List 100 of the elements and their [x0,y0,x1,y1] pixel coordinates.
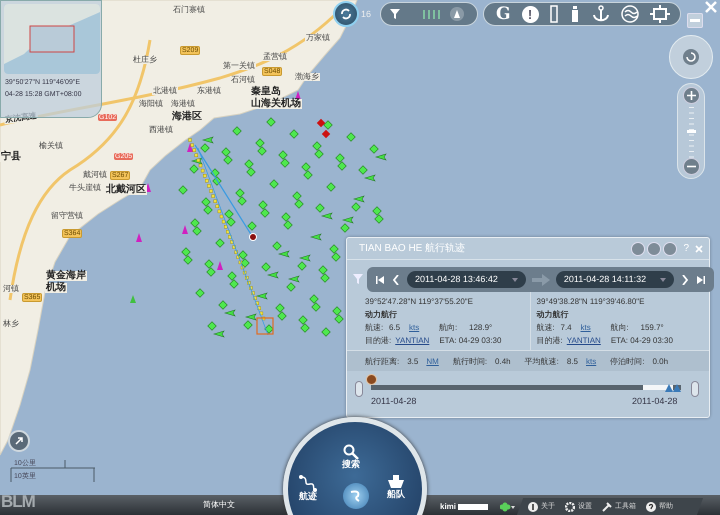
vessel-marker[interactable] [303,170,313,180]
vessel-marker[interactable] [201,197,211,207]
vessel-marker[interactable] [200,143,210,153]
vessel-marker[interactable] [300,323,310,333]
vessel-marker[interactable] [182,225,188,234]
vessel-marker[interactable] [272,241,282,251]
info-button[interactable]: ! [522,6,539,22]
destination-link[interactable]: YANTIAN [395,334,430,347]
search-button[interactable]: 搜索 [342,444,360,470]
vessel-marker[interactable] [298,254,311,262]
unit-link[interactable]: kts [580,321,610,334]
vessel-marker[interactable] [207,321,217,331]
vessel-marker[interactable] [298,315,308,325]
vessel-marker[interactable] [218,300,228,310]
vessel-marker[interactable] [257,146,267,156]
vessel-marker[interactable] [264,324,274,334]
vessel-marker[interactable] [358,165,368,175]
track-button[interactable]: 航迹 [298,474,318,502]
vessel-marker[interactable] [318,265,328,275]
first-button[interactable] [375,274,385,284]
vessel-marker[interactable] [202,136,214,144]
vessel-marker[interactable] [212,330,225,338]
vessel-marker[interactable] [238,250,248,260]
vessel-marker[interactable] [223,155,233,165]
vessel-marker[interactable] [340,223,350,233]
vessel-marker[interactable] [187,143,193,152]
vessel-marker[interactable] [292,191,302,201]
vessel-marker[interactable] [247,221,257,231]
waves-button[interactable] [620,5,639,23]
unit-link[interactable]: kts [586,356,596,368]
vessel-marker[interactable] [329,244,339,254]
vessel-marker[interactable] [189,164,199,174]
fleet-button[interactable]: 船队 [386,474,406,500]
vessel-marker[interactable] [294,199,304,209]
collapse-button[interactable] [687,13,703,28]
vessel-marker[interactable] [283,220,293,230]
vessel-marker[interactable] [260,208,270,218]
vessel-marker[interactable] [337,161,347,171]
vessel-marker[interactable] [181,247,191,257]
vessel-marker[interactable] [323,120,333,130]
vessel-marker[interactable] [130,295,136,303]
scroll-right-button[interactable] [691,381,699,397]
vessel-marker[interactable] [232,126,242,136]
bars-button[interactable] [421,8,443,20]
vessel-marker[interactable] [320,273,330,283]
export-button[interactable] [631,242,646,256]
vessel-marker[interactable] [297,261,307,271]
vessel-marker[interactable] [369,144,379,154]
vessel-marker[interactable] [301,162,311,172]
previous-button[interactable] [391,274,401,284]
scroll-left-button[interactable] [355,381,363,397]
vessel-marker[interactable] [204,259,214,269]
destination-link[interactable]: YANTIAN [566,334,601,347]
vessel-marker[interactable] [321,327,331,337]
vessel-marker[interactable] [235,188,245,198]
timeline-handle[interactable] [366,374,377,385]
vessel-marker[interactable] [266,271,279,279]
vessel-marker[interactable] [314,149,324,159]
vessel-marker[interactable] [334,314,344,324]
end-time-dropdown[interactable]: 2011-04-28 14:11:32 [556,270,674,288]
vessel-marker[interactable] [278,150,288,160]
vessel-marker[interactable] [227,271,237,281]
vessel-marker[interactable] [210,168,220,178]
vessel-marker[interactable] [237,196,247,206]
vessel-marker[interactable] [288,275,300,283]
frame-button[interactable] [650,5,670,23]
vessel-marker[interactable] [226,217,236,227]
zoom-out-button[interactable] [683,158,700,175]
vessel-marker[interactable] [315,203,325,213]
end-marker-icon[interactable] [665,384,681,392]
vessel-marker[interactable] [331,252,341,262]
vessel-marker[interactable] [310,233,322,241]
vessel-marker[interactable] [316,118,326,128]
overview-map[interactable] [4,4,100,74]
zoom-in-button[interactable] [683,87,700,104]
unit-link[interactable]: kts [409,321,439,334]
document-button[interactable] [663,242,678,256]
vessel-marker[interactable] [277,311,287,321]
vessel-marker[interactable] [309,294,319,304]
vessel-marker[interactable] [342,216,354,224]
close-button[interactable] [695,244,703,252]
vessel-marker[interactable] [311,302,321,312]
vessel-marker[interactable] [320,212,333,220]
vessel-marker[interactable] [183,255,193,265]
vessel-marker[interactable] [256,292,268,300]
filter-icon[interactable] [353,274,363,284]
vessel-marker[interactable] [352,195,365,203]
vessel-marker[interactable] [192,226,202,236]
list-button[interactable] [647,242,662,256]
status-icon[interactable] [500,502,516,512]
vessel-marker[interactable] [244,313,257,321]
map-layer-button[interactable]: G [496,6,511,22]
vessel-marker[interactable] [244,159,254,169]
vessel-marker[interactable] [351,202,361,212]
vessel-marker[interactable] [281,212,291,222]
language-selector[interactable]: 简体中文 [203,499,235,511]
vessel-marker[interactable] [243,320,253,330]
vessel-marker[interactable] [326,182,336,192]
vessel-marker[interactable] [246,167,256,177]
bar-button[interactable] [550,5,558,23]
